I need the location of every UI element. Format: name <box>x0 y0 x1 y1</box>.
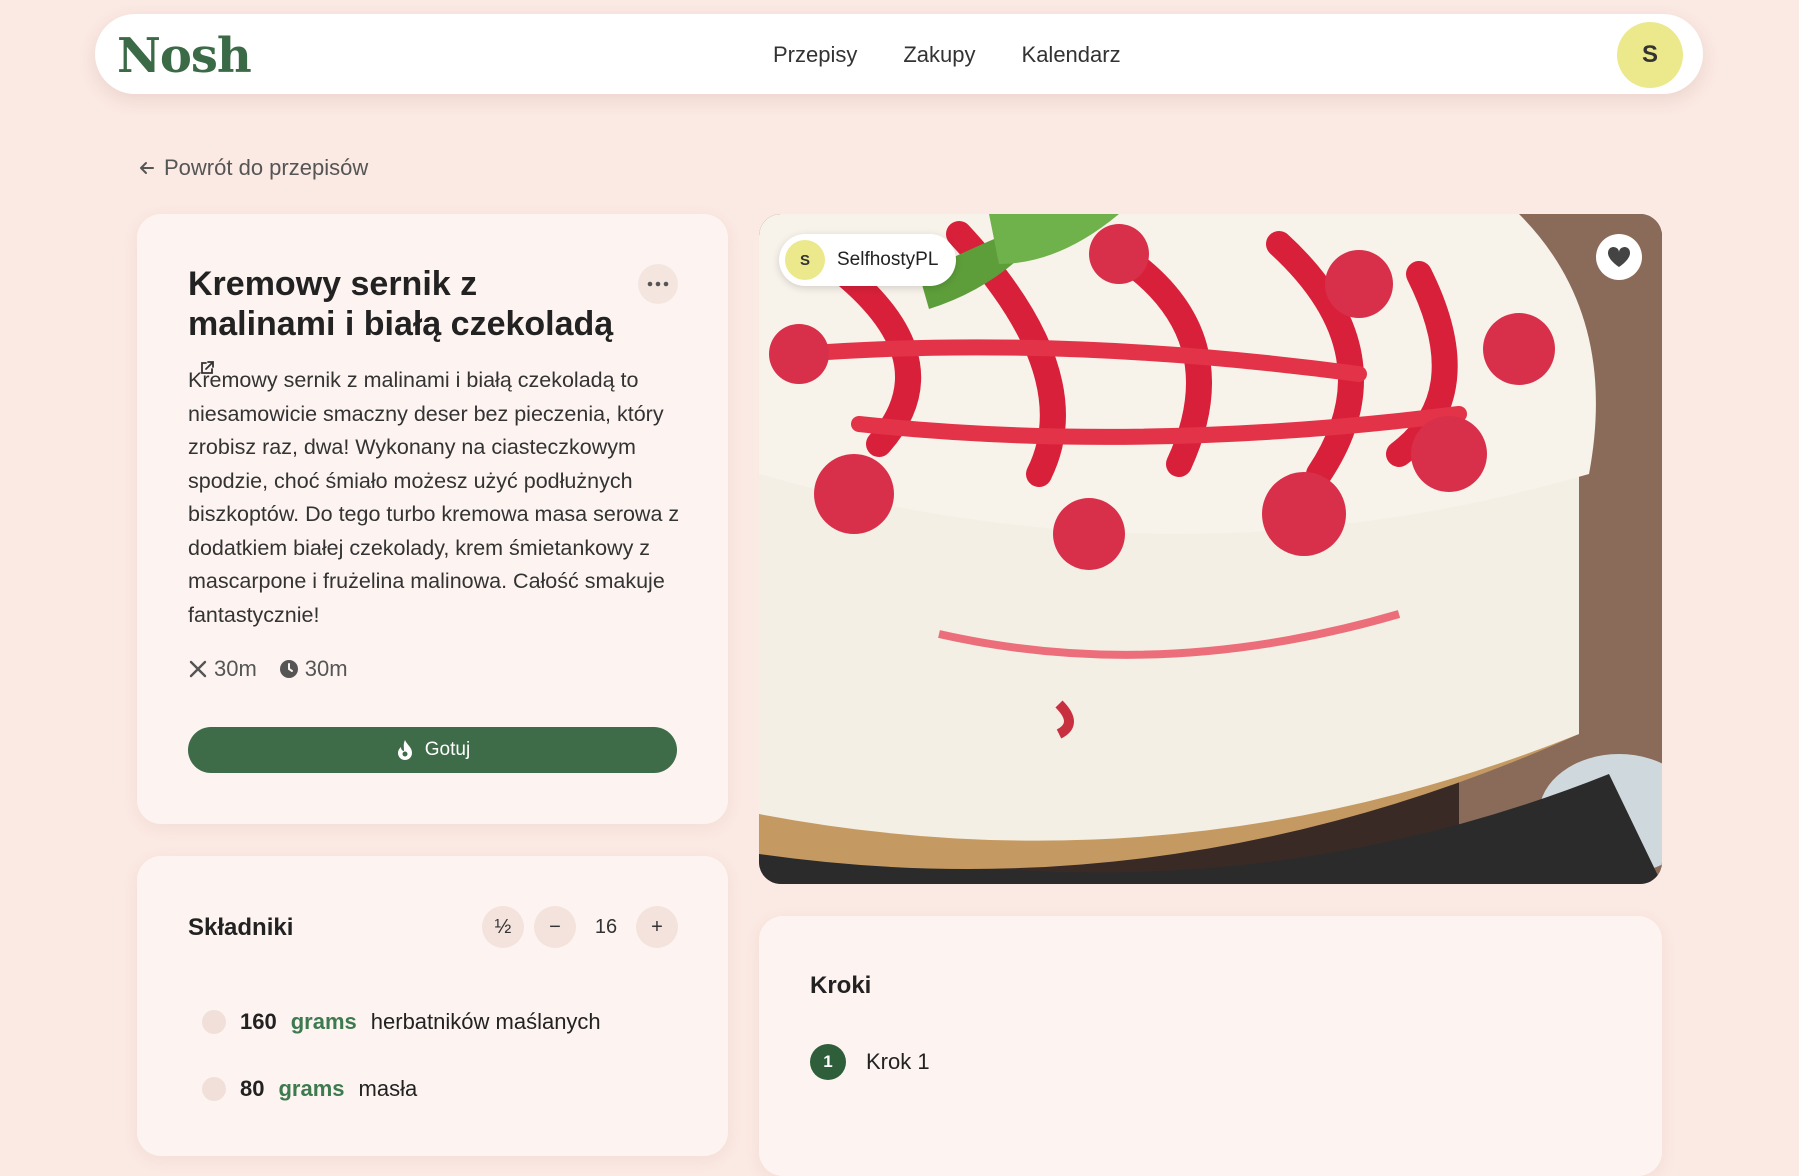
favorite-button[interactable] <box>1596 234 1642 280</box>
recipe-menu-button[interactable] <box>638 264 678 304</box>
arrow-left-icon <box>140 162 154 174</box>
author-avatar: S <box>785 240 825 280</box>
prep-time-value: 30m <box>214 656 257 681</box>
heart-icon <box>1607 246 1631 267</box>
cheesecake-image <box>759 214 1662 884</box>
nav-item-kalendarz[interactable]: Kalendarz <box>1022 42 1121 68</box>
author-name: SelfhostyPL <box>837 249 939 270</box>
cook-button[interactable]: Gotuj <box>188 727 677 773</box>
back-link-label: Powrót do przepisów <box>164 155 369 180</box>
user-avatar[interactable]: S <box>1617 22 1683 88</box>
nav-item-przepisy[interactable]: Przepisy <box>773 42 857 68</box>
ingredient-item: 160 grams herbatników maślanych <box>202 988 601 1055</box>
ingredients-title: Składniki <box>188 914 294 941</box>
nav-item-zakupy[interactable]: Zakupy <box>903 42 975 68</box>
total-time: 30m <box>279 656 348 682</box>
servings-stepper: ½ − 16 + <box>482 906 678 948</box>
step-number: 1 <box>810 1044 846 1080</box>
recipe-description: Kremowy sernik z malinami i białą czekol… <box>188 368 680 627</box>
prep-time: 30m <box>188 656 257 682</box>
ingredient-qty: 80 <box>240 1075 265 1101</box>
ingredient-list: 160 grams herbatników maślanych 80 grams… <box>202 988 601 1122</box>
main-nav: Przepisy Zakupy Kalendarz <box>773 42 1121 68</box>
utensils-icon <box>189 660 207 678</box>
steps-card: Kroki 1 Krok 1 <box>759 916 1662 1176</box>
ingredient-unit: grams <box>290 1008 357 1034</box>
decrease-servings-button[interactable]: − <box>534 906 576 948</box>
more-dots-icon <box>647 281 669 287</box>
ingredient-checkbox[interactable] <box>202 1076 226 1101</box>
step-item[interactable]: 1 Krok 1 <box>810 1044 930 1080</box>
ingredient-name: herbatników maślanych <box>370 1008 601 1034</box>
recipe-photo: S SelfhostyPL <box>759 214 1662 884</box>
ingredient-checkbox[interactable] <box>202 1009 226 1034</box>
step-label: Krok 1 <box>866 1049 930 1074</box>
top-navbar: Nosh Przepisy Zakupy Kalendarz S <box>95 14 1703 94</box>
ingredient-item: 80 grams masła <box>202 1055 601 1122</box>
flame-icon <box>397 740 412 760</box>
increase-servings-button[interactable]: + <box>636 906 678 948</box>
ingredient-unit: grams <box>278 1075 345 1101</box>
ingredient-name: masła <box>358 1075 418 1101</box>
steps-title: Kroki <box>810 972 872 999</box>
recipe-times: 30m 30m <box>188 656 348 682</box>
ingredient-qty: 160 <box>240 1008 277 1034</box>
clock-icon <box>279 660 298 678</box>
half-servings-button[interactable]: ½ <box>482 906 524 948</box>
servings-count: 16 <box>594 915 618 938</box>
recipe-info-card: Kremowy sernik z malinami i białą czekol… <box>137 214 728 824</box>
recipe-title-text: Kremowy sernik z malinami i białą czekol… <box>188 265 614 343</box>
author-badge[interactable]: S SelfhostyPL <box>779 234 957 286</box>
ingredients-card: Składniki ½ − 16 + 160 grams herbatników… <box>137 856 728 1156</box>
cook-button-label: Gotuj <box>424 739 471 760</box>
back-to-recipes-link[interactable]: Powrót do przepisów <box>138 155 368 181</box>
total-time-value: 30m <box>304 656 348 681</box>
app-logo-text: Nosh <box>117 28 252 84</box>
app-logo[interactable]: Nosh <box>117 28 252 84</box>
